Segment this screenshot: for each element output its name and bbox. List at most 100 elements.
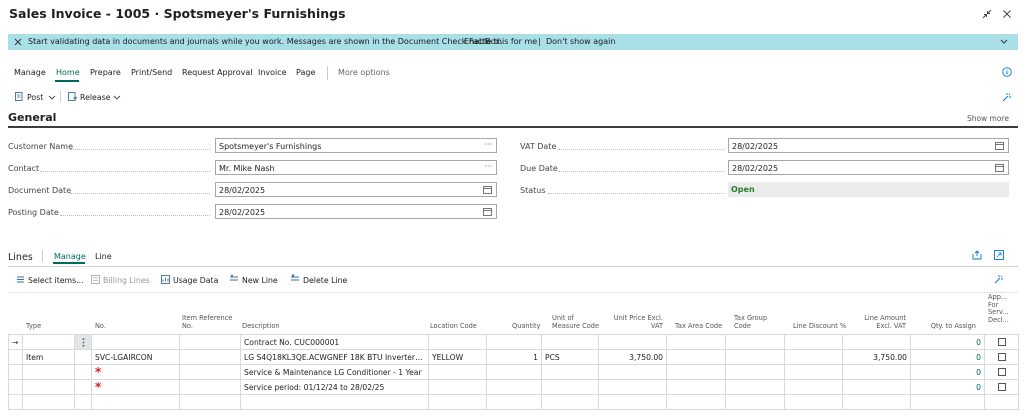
cell-description[interactable]: Service & Maintenance LG Conditioner - 1… — [240, 364, 429, 380]
cell-no[interactable] — [91, 334, 180, 350]
cell-quantity[interactable] — [486, 364, 542, 380]
cell-description[interactable] — [240, 394, 429, 410]
cell-quantity[interactable] — [486, 334, 542, 350]
table-row-empty[interactable] — [8, 394, 1019, 410]
cell-location[interactable] — [428, 364, 487, 380]
vat-date-input[interactable]: 28/02/2025 — [728, 138, 1009, 153]
enable-link[interactable]: Enable this for me — [464, 37, 537, 46]
due-date-input[interactable]: 28/02/2025 — [728, 160, 1009, 175]
cell-tax-group[interactable] — [725, 334, 785, 350]
cell-unit-price[interactable]: 3,750.00 — [598, 349, 667, 365]
info-icon[interactable] — [1002, 67, 1012, 77]
cell-description[interactable]: LG S4Q18KL3QE.ACWGNEF 18K BTU Inverter A… — [240, 349, 429, 365]
contact-input[interactable]: Mr. Mike Nash ··· — [215, 160, 497, 175]
calendar-icon[interactable] — [483, 208, 492, 216]
cell-uom[interactable] — [541, 334, 599, 350]
cell-item-ref[interactable] — [179, 349, 241, 365]
cell-unit-price[interactable] — [598, 364, 667, 380]
cell-line-amount[interactable] — [842, 364, 911, 380]
dont-show-again-link[interactable]: Don't show again — [546, 37, 615, 46]
col-line-discount[interactable]: Line Discount % — [793, 322, 846, 330]
cell-line-amount[interactable] — [842, 394, 911, 410]
cell-type[interactable] — [22, 364, 75, 380]
delete-line-button[interactable]: Delete Line — [303, 276, 347, 285]
billing-lines-button[interactable]: Billing Lines — [103, 276, 150, 285]
cell-type[interactable] — [22, 334, 75, 350]
col-item-reference[interactable]: Item Reference No. — [182, 314, 232, 330]
menu-request-approval[interactable]: Request Approval — [182, 68, 253, 77]
collapse-icon[interactable] — [980, 7, 994, 21]
cell-checkbox[interactable] — [984, 379, 1019, 395]
col-uom[interactable]: Unit of Measure Code — [552, 314, 599, 330]
cell-tax-group[interactable] — [725, 379, 785, 395]
checkbox[interactable] — [997, 383, 1006, 391]
cell-line-discount[interactable] — [784, 394, 843, 410]
calendar-icon[interactable] — [995, 142, 1004, 150]
cell-description[interactable]: Service period: 01/12/24 to 28/02/25 — [240, 379, 429, 395]
cell-line-discount[interactable] — [784, 334, 843, 350]
cell-tax-group[interactable] — [725, 349, 785, 365]
cell-location[interactable]: YELLOW — [428, 349, 487, 365]
lines-tab-manage[interactable]: Manage — [54, 252, 86, 261]
cell-quantity[interactable] — [486, 394, 542, 410]
cell-qty-assign[interactable] — [910, 394, 985, 410]
cell-menu[interactable] — [74, 379, 92, 395]
calendar-icon[interactable] — [995, 164, 1004, 172]
expand-icon[interactable] — [994, 250, 1004, 260]
col-tax-area-code[interactable]: Tax Area Code — [675, 322, 722, 330]
cell-item-ref[interactable] — [179, 379, 241, 395]
post-dropdown-chevron-icon[interactable] — [48, 95, 56, 100]
cell-no[interactable] — [91, 394, 180, 410]
cell-description[interactable]: Contract No. CUC000001 — [240, 334, 429, 350]
menu-manage[interactable]: Manage — [14, 68, 46, 77]
new-line-button[interactable]: New Line — [242, 276, 278, 285]
cell-qty-assign[interactable]: 0 — [910, 334, 985, 350]
col-app-for-serv[interactable]: App... For Serv... Decl... — [988, 293, 1009, 324]
cell-menu[interactable] — [74, 364, 92, 380]
show-more-link[interactable]: Show more — [967, 114, 1009, 123]
cell-checkbox[interactable] — [984, 334, 1019, 350]
menu-prepare[interactable]: Prepare — [90, 68, 121, 77]
cell-location[interactable] — [428, 334, 487, 350]
cell-no[interactable]: * — [91, 379, 180, 395]
lookup-ellipsis-icon[interactable]: ··· — [484, 140, 492, 149]
usage-data-button[interactable]: Usage Data — [173, 276, 218, 285]
personalize-icon[interactable] — [1002, 92, 1012, 102]
calendar-icon[interactable] — [483, 186, 492, 194]
cell-line-amount[interactable] — [842, 379, 911, 395]
cell-line-amount[interactable] — [842, 334, 911, 350]
cell-type[interactable]: Item — [22, 349, 75, 365]
lookup-ellipsis-icon[interactable]: ··· — [484, 162, 492, 171]
menu-page[interactable]: Page — [296, 68, 315, 77]
table-row[interactable]: → Contract No. CUC000001 0 — [8, 334, 1019, 350]
row-menu-icon[interactable] — [74, 334, 92, 350]
cell-location[interactable] — [428, 379, 487, 395]
col-no[interactable]: No. — [95, 322, 106, 330]
share-icon[interactable] — [972, 250, 982, 260]
menu-invoice[interactable]: Invoice — [258, 68, 287, 77]
col-tax-group-code[interactable]: Tax Group Code — [734, 314, 767, 330]
col-qty-to-assign[interactable]: Qty. to Assign — [920, 322, 976, 330]
lines-personalize-icon[interactable] — [994, 274, 1004, 284]
cell-checkbox[interactable] — [984, 349, 1019, 365]
cell-item-ref[interactable] — [179, 334, 241, 350]
cell-line-discount[interactable] — [784, 364, 843, 380]
menu-more-options[interactable]: More options — [338, 68, 390, 77]
col-location-code[interactable]: Location Code — [430, 322, 477, 330]
cell-tax-area[interactable] — [666, 334, 726, 350]
cell-qty-assign[interactable]: 0 — [910, 349, 985, 365]
posting-date-input[interactable]: 28/02/2025 — [215, 204, 497, 219]
cell-unit-price[interactable] — [598, 379, 667, 395]
cell-menu[interactable] — [74, 349, 92, 365]
cell-tax-area[interactable] — [666, 349, 726, 365]
cell-item-ref[interactable] — [179, 364, 241, 380]
checkbox[interactable] — [997, 353, 1006, 361]
cell-unit-price[interactable] — [598, 334, 667, 350]
cell-tax-area[interactable] — [666, 379, 726, 395]
table-row[interactable]: Item SVC-LGAIRCON LG S4Q18KL3QE.ACWGNEF … — [8, 349, 1019, 365]
col-unit-price[interactable]: Unit Price Excl. VAT — [607, 314, 663, 330]
menu-print-send[interactable]: Print/Send — [131, 68, 172, 77]
cell-tax-group[interactable] — [725, 394, 785, 410]
chevron-down-icon[interactable] — [1000, 39, 1008, 45]
post-button[interactable]: Post — [27, 93, 43, 102]
